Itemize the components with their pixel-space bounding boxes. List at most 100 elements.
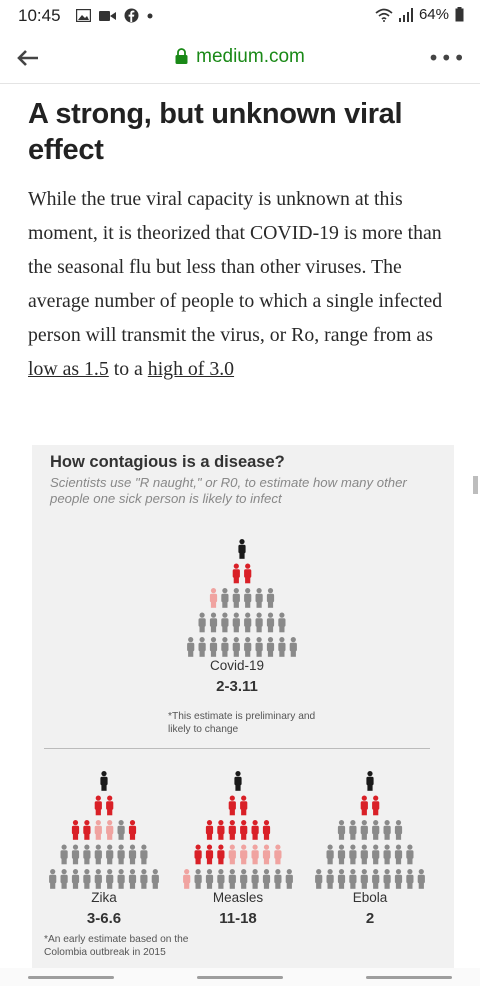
uninfected-figure [140, 844, 148, 865]
infected-figure [372, 795, 380, 816]
url-text: medium.com [196, 46, 305, 67]
uninfected-figure [360, 869, 368, 889]
patient-zero-figure [238, 539, 246, 559]
wifi-icon [375, 8, 393, 22]
measles-figure-pyramid [183, 771, 293, 889]
uninfected-figure [255, 588, 263, 608]
uninfected-figure [394, 844, 403, 865]
uninfected-figure [372, 869, 380, 889]
infected-figure [194, 844, 202, 865]
uninfected-figure [349, 869, 357, 889]
possibly-infected-figure [94, 820, 102, 840]
uninfected-figure [60, 844, 68, 865]
possibly-infected-figure [240, 844, 248, 865]
infected-figure [232, 563, 240, 584]
measles-value: 11-18 [219, 910, 257, 927]
image-icon [76, 9, 91, 22]
scroll-indicator[interactable] [473, 476, 478, 494]
nav-recents-handle[interactable] [366, 976, 452, 979]
infected-figure [228, 820, 236, 840]
uninfected-figure [337, 869, 346, 889]
uninfected-figure [255, 612, 263, 633]
more-menu-button[interactable]: ••• [428, 46, 466, 70]
uninfected-figure [244, 637, 252, 657]
ebola-value: 2 [365, 910, 375, 927]
measles-label: Measles [212, 890, 264, 905]
patient-zero-figure [234, 771, 242, 791]
zika-figure-pyramid [49, 771, 159, 889]
patient-zero-figure [366, 771, 374, 791]
uninfected-figure [117, 844, 125, 865]
uninfected-figure [360, 844, 368, 865]
uninfected-figure [251, 869, 259, 889]
possibly-infected-figure [262, 844, 271, 865]
infected-figure [244, 563, 252, 584]
infected-figure [240, 820, 248, 840]
uninfected-figure [194, 869, 202, 889]
covid-value: 2-3.11 [216, 678, 258, 695]
uninfected-figure [221, 612, 229, 633]
uninfected-figure [209, 612, 218, 633]
uninfected-figure [60, 869, 68, 889]
section-divider [44, 748, 430, 749]
uninfected-figure [71, 869, 80, 889]
uninfected-figure [71, 844, 80, 865]
uninfected-figure [406, 869, 414, 889]
uninfected-figure [383, 844, 391, 865]
system-nav-bar [0, 968, 480, 986]
uninfected-figure [106, 869, 114, 889]
uninfected-figure [255, 637, 263, 657]
uninfected-figure [94, 869, 102, 889]
infected-figure [262, 820, 271, 840]
link-low-estimate[interactable]: low as 1.5 [28, 358, 109, 380]
possibly-infected-figure [274, 844, 282, 865]
possibly-infected-figure [228, 844, 236, 865]
signal-icon [398, 7, 413, 22]
battery-icon [455, 7, 464, 22]
infected-figure [228, 795, 236, 816]
dot-icon [147, 13, 153, 18]
uninfected-figure [337, 820, 346, 840]
infected-figure [83, 820, 91, 840]
uninfected-figure [232, 588, 240, 608]
covid-label: Covid-19 [209, 658, 265, 673]
possibly-infected-figure [183, 869, 191, 889]
uninfected-figure [372, 844, 380, 865]
status-bar: 10:45 64% [0, 0, 480, 32]
covid-footnote: *This estimate is preliminary and likely… [168, 711, 316, 735]
nav-back-handle[interactable] [28, 976, 114, 979]
infected-figure [106, 795, 114, 816]
uninfected-figure [240, 869, 248, 889]
uninfected-figure [337, 844, 346, 865]
uninfected-figure [278, 612, 286, 633]
link-high-estimate[interactable]: high of 3.0 [148, 358, 234, 380]
ebola-figure-pyramid [315, 771, 425, 889]
uninfected-figure [262, 869, 271, 889]
uninfected-figure [274, 869, 282, 889]
uninfected-figure [209, 637, 218, 657]
article: A strong, but unknown viral effect While… [28, 96, 458, 386]
uninfected-figure [372, 820, 380, 840]
uninfected-figure [228, 869, 236, 889]
uninfected-figure [315, 869, 323, 889]
uninfected-figure [326, 844, 334, 865]
infected-figure [71, 820, 80, 840]
uninfected-figure [266, 588, 275, 608]
uninfected-figure [198, 612, 206, 633]
uninfected-figure [128, 844, 137, 865]
infected-figure [128, 820, 137, 840]
uninfected-figure [117, 869, 125, 889]
uninfected-figure [83, 844, 91, 865]
uninfected-figure [266, 637, 275, 657]
uninfected-figure [285, 869, 293, 889]
nav-home-handle[interactable] [197, 976, 283, 979]
uninfected-figure [106, 844, 114, 865]
url-display[interactable]: medium.com [0, 46, 480, 68]
infected-figure [205, 844, 214, 865]
infected-figure [94, 795, 102, 816]
uninfected-figure [394, 820, 403, 840]
uninfected-figure [94, 844, 102, 865]
infected-figure [360, 795, 368, 816]
article-heading: A strong, but unknown viral effect [28, 98, 403, 166]
paragraph-text: While the true viral capacity is unknown… [28, 188, 443, 346]
